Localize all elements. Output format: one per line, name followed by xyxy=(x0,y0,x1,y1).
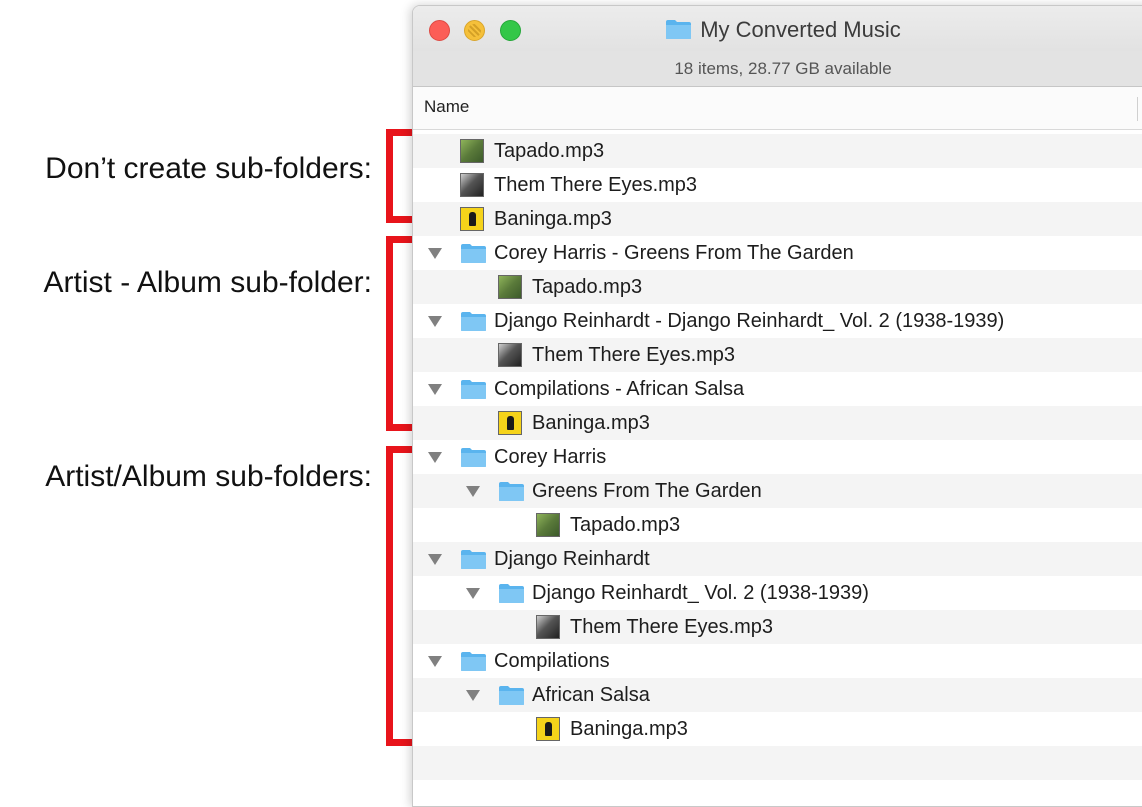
file-name: Them There Eyes.mp3 xyxy=(570,616,774,638)
album-art-icon xyxy=(536,717,560,741)
file-list: Tapado.mp3 Them There Eyes.mp3 Baninga.mp3… xyxy=(413,134,1142,806)
folder-name: Django Reinhardt_ Vol. 2 (1938-1939) xyxy=(532,582,869,604)
album-art-icon xyxy=(536,615,560,639)
disclosure-triangle-icon[interactable] xyxy=(466,690,480,701)
file-row[interactable]: Tapado.mp3 xyxy=(413,134,1142,168)
folder-icon xyxy=(461,550,486,569)
window-title-text: My Converted Music xyxy=(700,17,901,42)
folder-row[interactable]: Django Reinhardt - Django Reinhardt_ Vol… xyxy=(413,304,1142,338)
window-title: My Converted Music xyxy=(413,17,1142,43)
empty-row xyxy=(413,780,1142,806)
folder-icon xyxy=(499,482,524,501)
folder-icon xyxy=(666,20,692,39)
album-art-icon xyxy=(536,513,560,537)
file-name: Baninga.mp3 xyxy=(570,718,688,740)
file-row[interactable]: Baninga.mp3 xyxy=(413,406,1142,440)
folder-icon xyxy=(461,652,486,671)
status-bar: 18 items, 28.77 GB available xyxy=(413,51,1142,87)
annotation-label-no-subfolders: Don’t create sub-folders: xyxy=(45,152,372,185)
column-header-label: Name xyxy=(424,97,470,116)
folder-name: Corey Harris xyxy=(494,446,607,468)
folder-row[interactable]: Django Reinhardt xyxy=(413,542,1142,576)
title-bar[interactable]: My Converted Music xyxy=(413,6,1142,51)
file-name: Tapado.mp3 xyxy=(494,140,605,162)
folder-row[interactable]: Compilations xyxy=(413,644,1142,678)
album-art-icon xyxy=(498,411,522,435)
disclosure-triangle-icon[interactable] xyxy=(428,554,442,565)
file-name: Them There Eyes.mp3 xyxy=(494,174,698,196)
folder-icon xyxy=(461,380,486,399)
empty-row xyxy=(413,746,1142,780)
folder-icon xyxy=(499,686,524,705)
album-art-icon xyxy=(460,173,484,197)
file-row[interactable]: Them There Eyes.mp3 xyxy=(413,338,1142,372)
annotation-label-artist-album-subfolder: Artist - Album sub-folder: xyxy=(43,266,372,299)
disclosure-triangle-icon[interactable] xyxy=(466,486,480,497)
folder-row[interactable]: Corey Harris - Greens From The Garden xyxy=(413,236,1142,270)
album-art-icon xyxy=(460,139,484,163)
annotation-panel: Don’t create sub-folders: Artist - Album… xyxy=(0,0,416,801)
disclosure-triangle-icon[interactable] xyxy=(428,452,442,463)
disclosure-triangle-icon[interactable] xyxy=(428,248,442,259)
folder-icon xyxy=(461,448,486,467)
album-art-icon xyxy=(498,343,522,367)
folder-name: Compilations xyxy=(494,650,610,672)
folder-name: Greens From The Garden xyxy=(532,480,762,502)
file-name: Tapado.mp3 xyxy=(570,514,681,536)
disclosure-triangle-icon[interactable] xyxy=(466,588,480,599)
folder-row[interactable]: African Salsa xyxy=(413,678,1142,712)
file-row[interactable]: Them There Eyes.mp3 xyxy=(413,168,1142,202)
disclosure-triangle-icon[interactable] xyxy=(428,384,442,395)
album-art-icon xyxy=(498,275,522,299)
folder-name: Corey Harris - Greens From The Garden xyxy=(494,242,854,264)
folder-row[interactable]: Django Reinhardt_ Vol. 2 (1938-1939) xyxy=(413,576,1142,610)
file-row[interactable]: Tapado.mp3 xyxy=(413,270,1142,304)
file-name: Baninga.mp3 xyxy=(532,412,650,434)
annotation-label-artist-album-subfolders: Artist/Album sub-folders: xyxy=(45,460,372,493)
file-row[interactable]: Them There Eyes.mp3 xyxy=(413,610,1142,644)
finder-window: My Converted Music 18 items, 28.77 GB av… xyxy=(412,5,1142,807)
column-divider[interactable] xyxy=(1137,97,1138,121)
file-name: Tapado.mp3 xyxy=(532,276,643,298)
column-header-name[interactable]: Name xyxy=(413,87,1142,130)
file-row[interactable]: Baninga.mp3 xyxy=(413,202,1142,236)
folder-row[interactable]: Greens From The Garden xyxy=(413,474,1142,508)
file-name: Baninga.mp3 xyxy=(494,208,612,230)
folder-row[interactable]: Compilations - African Salsa xyxy=(413,372,1142,406)
file-row[interactable]: Baninga.mp3 xyxy=(413,712,1142,746)
folder-name: Django Reinhardt - Django Reinhardt_ Vol… xyxy=(494,310,1005,332)
file-name: Them There Eyes.mp3 xyxy=(532,344,736,366)
album-art-icon xyxy=(460,207,484,231)
folder-icon xyxy=(461,312,486,331)
folder-row[interactable]: Corey Harris xyxy=(413,440,1142,474)
folder-name: African Salsa xyxy=(532,684,650,706)
folder-icon xyxy=(461,244,486,263)
folder-name: Django Reinhardt xyxy=(494,548,650,570)
disclosure-triangle-icon[interactable] xyxy=(428,656,442,667)
file-row[interactable]: Tapado.mp3 xyxy=(413,508,1142,542)
disclosure-triangle-icon[interactable] xyxy=(428,316,442,327)
folder-icon xyxy=(499,584,524,603)
folder-name: Compilations - African Salsa xyxy=(494,378,745,400)
